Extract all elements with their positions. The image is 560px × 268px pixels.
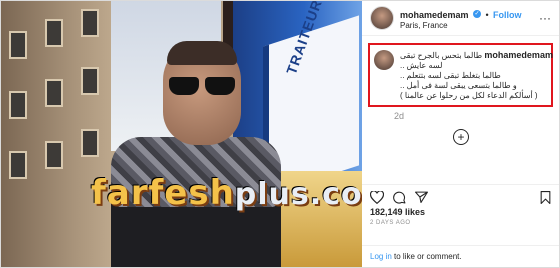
caption-username[interactable]: mohamedemam — [484, 50, 553, 60]
follow-button[interactable]: Follow — [493, 10, 522, 20]
caption-line: لسه عايش .. — [400, 61, 443, 71]
watermark: farfeshplus.com — [91, 173, 362, 213]
post-photo[interactable]: TRAITEUR farfeshplus.com — [1, 1, 362, 267]
separator-dot: • — [485, 9, 489, 20]
likes-count[interactable]: 182,149 likes — [362, 207, 559, 217]
verified-badge-icon: ✓ — [472, 9, 481, 18]
login-prompt: Log in to like or comment. — [362, 245, 559, 267]
building-left — [1, 1, 121, 267]
watermark-suffix: plus.com — [234, 177, 362, 212]
caption-line: و طالما بتسعى يبقى لسة فى أمل .. — [400, 81, 517, 91]
caption-line: طالما بتحس بالجرح تبقى — [400, 51, 483, 60]
post-header: mohamedemam ✓ • Follow Paris, France ··· — [362, 1, 559, 36]
add-comment-icon[interactable]: + — [453, 129, 469, 146]
caption-highlight: mohamedemam طالما بتحس بالجرح تبقى لسه ع… — [368, 43, 553, 108]
caption-line: طالما بتغلط تبقى لسه بتتعلم .. — [400, 71, 501, 81]
login-link[interactable]: Log in — [370, 252, 392, 261]
caption-avatar[interactable] — [374, 50, 394, 70]
watermark-main: farfesh — [91, 173, 235, 213]
share-icon[interactable] — [415, 191, 428, 203]
post-timestamp: 2 DAYS AGO — [370, 220, 411, 226]
person — [111, 41, 281, 267]
post-sidebar: mohamedemam ✓ • Follow Paris, France ···… — [362, 1, 559, 267]
comment-icon[interactable] — [393, 191, 406, 204]
instagram-post: TRAITEUR farfeshplus.com mohamedemam ✓ •… — [0, 0, 560, 268]
header-info: mohamedemam ✓ • Follow Paris, France — [400, 5, 522, 31]
login-prompt-text: to like or comment. — [391, 252, 462, 261]
heart-icon[interactable] — [370, 190, 384, 204]
bookmark-icon[interactable] — [540, 190, 551, 204]
hair — [167, 41, 237, 65]
location-link[interactable]: Paris, France — [400, 22, 522, 31]
caption-text: mohamedemam طالما بتحس بالجرح تبقى لسه ع… — [400, 50, 553, 101]
username-link[interactable]: mohamedemam — [400, 10, 469, 20]
caption-time: 2d — [394, 111, 405, 122]
action-bar: 182,149 likes 2 DAYS AGO — [362, 184, 559, 226]
sunglasses — [169, 77, 237, 95]
more-options-icon[interactable]: ··· — [539, 11, 551, 25]
avatar[interactable] — [370, 6, 394, 30]
caption-line: ( أسألكم الدعاء لكل من رحلوا عن عالمنا ) — [400, 91, 538, 101]
